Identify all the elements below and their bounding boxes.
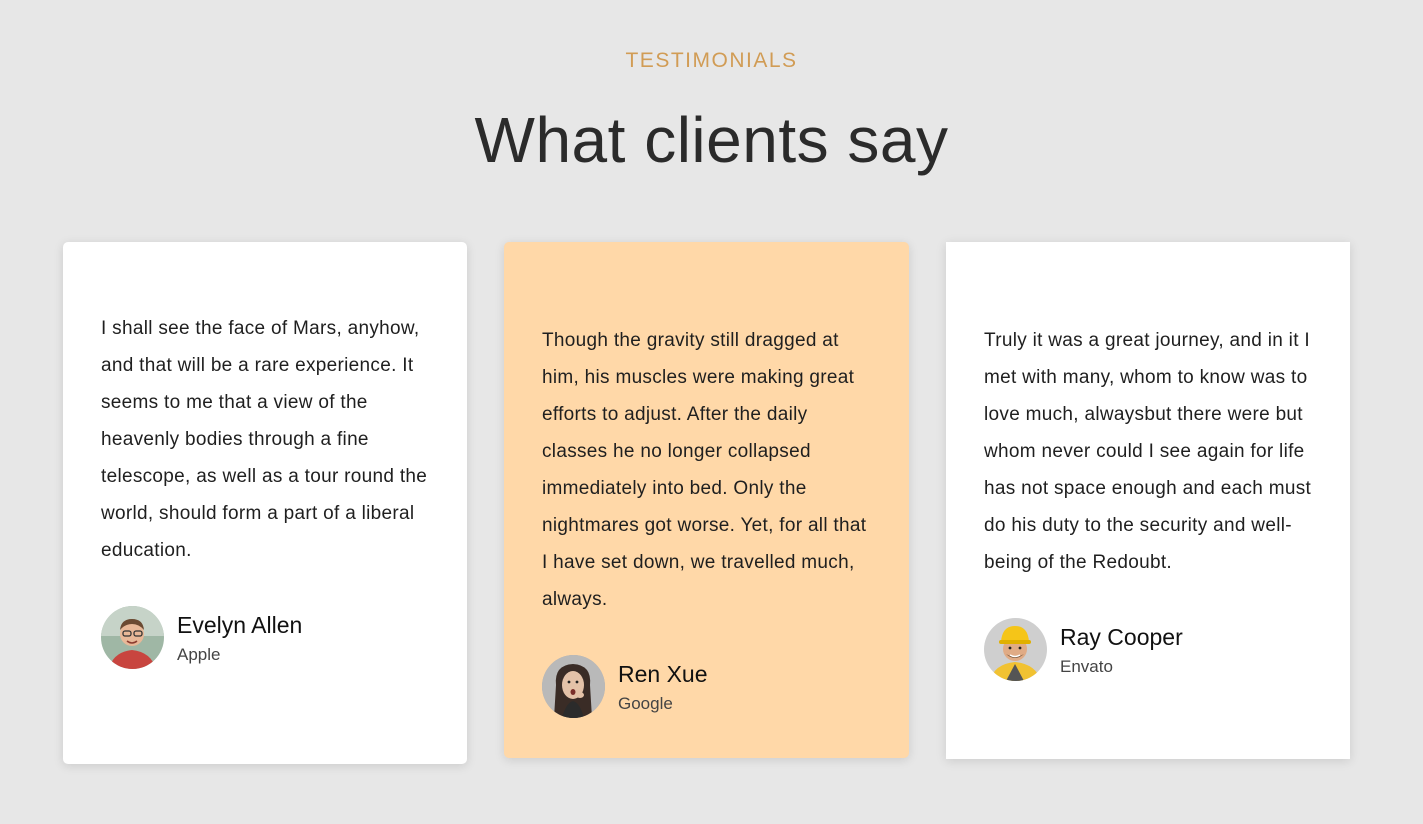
avatar-icon [101,606,164,669]
author-name: Evelyn Allen [177,612,303,638]
testimonial-author: Evelyn Allen Apple [101,606,429,669]
testimonial-card: Truly it was a great journey, and in it … [946,242,1350,759]
author-name: Ren Xue [618,661,708,687]
testimonial-quote: I shall see the face of Mars, anyhow, an… [101,318,428,561]
testimonial-author: Ray Cooper Envato [984,618,1312,681]
avatar-icon [542,655,605,718]
testimonial-quote: Though the gravity still dragged at him,… [542,330,867,610]
testimonial-author: Ren Xue Google [542,655,871,718]
testimonial-card: I shall see the face of Mars, anyhow, an… [63,242,467,764]
section-title: What clients say [474,104,949,176]
avatar-icon [984,618,1047,681]
section-eyebrow: TESTIMONIALS [625,49,798,72]
author-company: Envato [1060,657,1113,676]
author-company: Google [618,694,673,713]
testimonial-quote: Truly it was a great journey, and in it … [984,330,1312,573]
testimonial-card-highlighted: Though the gravity still dragged at him,… [504,242,909,758]
author-name: Ray Cooper [1060,624,1183,650]
author-company: Apple [177,645,221,664]
